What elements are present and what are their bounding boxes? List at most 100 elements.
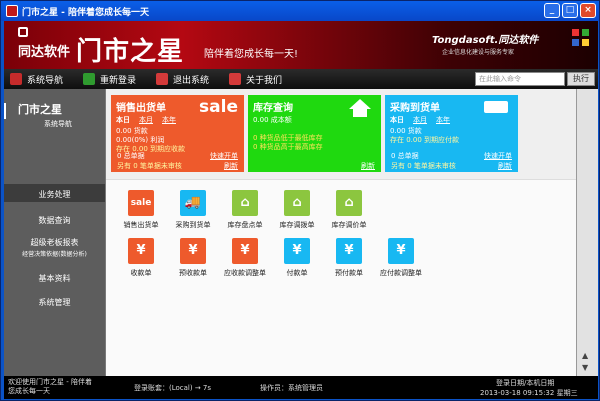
nav-item-2[interactable]: 退出系统 [156,73,209,86]
main-area: 门市之星 系统导航 业务处理数据查询超级老板报表 经营决策依据(数据分析) 基本资料… [4,89,598,376]
sidebar-item-2[interactable]: 超级老板报表 经营决策依据(数据分析) [4,235,105,258]
nav-item-label: 系统导航 [27,75,64,86]
quick-item-icon: ¥ [180,238,206,264]
card-line [253,124,376,132]
quick-item-4[interactable]: ⌂ 库存调价单 [324,190,374,230]
card-line: 0 种货品高于最高库存 [253,143,323,151]
refresh-link[interactable]: 刷新 [224,161,238,171]
status-date: 2013-03-18 09:15:32 星期三 [480,389,578,397]
summary-card-1[interactable]: 库存查询 0.00 成本额 0 种货品低于最低库存 0 种货品高于最高库存 刷新 [248,95,381,172]
title-bar[interactable]: 门市之星 - 陪伴着您成长每一天 _ □ × [1,1,599,21]
quick-item-icon: 🚚 [180,190,206,216]
summary-card-2[interactable]: 采购到货单 本日 本月 本年 0.00 货款 存在 0.00 到期应付款 0 总单据 另有 0… [385,95,518,172]
scroll-down-icon[interactable]: ▼ [582,363,588,372]
status-welcome: 欢迎使用门市之星 - 陪伴着您成长每一天 [8,378,92,395]
refresh-link[interactable]: 刷新 [361,161,375,171]
card-total-docs: 0 总单据 [117,152,145,160]
toolbar: 系统导航 重新登录 退出系统 关于我们 在此输入命令 执行 [4,69,598,89]
minimize-button[interactable]: _ [544,3,560,18]
product-name: 门市之星 [76,37,185,67]
quick-item-label: 付款单 [286,269,308,277]
sidebar-item-label: 业务处理 [38,190,71,199]
sidebar-item-label: 数据查询 [38,216,71,225]
sidebar-logo-sub: 系统导航 [44,120,72,128]
truck-icon [484,101,508,113]
quick-item-icon: ¥ [284,238,310,264]
sidebar-item-3[interactable]: 基本资料 [4,268,105,286]
quick-item-icon: ⌂ [284,190,310,216]
decor-square-icon [582,29,589,36]
quick-item-5[interactable]: ¥ 收款单 [116,238,166,278]
company-brand: Tongdasoft.同达软件 [432,35,539,46]
run-button[interactable]: 执行 [567,72,595,86]
maximize-button[interactable]: □ [562,3,578,18]
card-tab[interactable]: 本日 [390,115,404,125]
sidebar: 门市之星 系统导航 业务处理数据查询超级老板报表 经营决策依据(数据分析) 基本资料… [4,89,105,376]
card-line: 0.00 货款 [390,127,422,135]
card-tab[interactable]: 本年 [162,115,176,125]
summary-card-0[interactable]: 销售出货单 sale 本日 本月 本年 0.00 货款 0.00(0%) 利润 存在 0.00… [111,95,244,172]
nav-item-0[interactable]: 系统导航 [10,73,63,86]
app-icon [6,5,18,17]
quick-item-6[interactable]: ¥ 预收款单 [168,238,218,278]
card-line: 0.00(0%) 利润 [116,136,165,144]
decor-square-icon [572,39,579,46]
quick-item-label: 应收款调整单 [224,269,266,277]
status-date-label: 登录日期/本机日期 [496,379,555,387]
card-tab[interactable]: 本月 [413,115,427,125]
quick-item-7[interactable]: ¥ 应收款调整单 [220,238,270,278]
card-line: 0.00 货款 [116,127,148,135]
quick-item-icon: ¥ [128,238,154,264]
quick-item-9[interactable]: ¥ 预付款单 [324,238,374,278]
refresh-link[interactable]: 刷新 [498,161,512,171]
quick-item-label: 销售出货单 [123,221,159,229]
nav-item-label: 重新登录 [100,75,137,86]
house-icon [349,99,371,109]
content-panel: 销售出货单 sale 本日 本月 本年 0.00 货款 0.00(0%) 利润 存在 0.00… [106,89,576,376]
window-title: 门市之星 - 陪伴着您成长每一天 [22,7,150,18]
nav-item-label: 关于我们 [246,75,283,86]
card-total-docs: 0 总单据 [391,152,419,160]
sidebar-logo-title: 门市之星 [18,103,62,116]
close-button[interactable]: × [580,3,596,18]
quick-item-2[interactable]: ⌂ 库存盘点单 [220,190,270,230]
app-window: 门市之星 - 陪伴着您成长每一天 _ □ × 同达软件 门市之星 陪伴着您成长每… [0,0,600,401]
card-unaudited: 另有 0 笔单据未审核 [391,162,456,170]
card-line: 0 种货品低于最低库存 [253,134,323,142]
command-input[interactable]: 在此输入命令 [475,72,565,86]
quick-item-8[interactable]: ¥ 付款单 [272,238,322,278]
quick-item-label: 收款单 [130,269,152,277]
card-sale-icon: sale [199,97,238,117]
card-tab[interactable]: 本年 [436,115,450,125]
sidebar-item-1[interactable]: 数据查询 [4,210,105,228]
quick-order-link[interactable]: 快速开单 [210,151,238,161]
quick-order-link[interactable]: 快速开单 [484,151,512,161]
nav-item-icon [229,73,242,85]
nav-item-3[interactable]: 关于我们 [229,73,282,86]
quick-item-icon: sale [128,190,154,216]
quick-item-icon: ¥ [388,238,414,264]
sidebar-item-sub: 经营决策依据(数据分析) [22,251,87,258]
quick-item-icon: ⌂ [336,190,362,216]
quick-item-icon: ⌂ [232,190,258,216]
quick-item-icon: ¥ [232,238,258,264]
nav-item-1[interactable]: 重新登录 [83,73,136,86]
decor-square-icon [572,29,579,36]
sidebar-item-label: 基本资料 [38,274,71,283]
nav-item-icon [156,73,169,85]
scroll-up-icon[interactable]: ▲ [582,351,588,360]
card-tab[interactable]: 本日 [116,115,130,125]
sidebar-item-0[interactable]: 业务处理 [4,184,105,202]
card-tab[interactable]: 本月 [139,115,153,125]
slogan: 陪伴着您成长每一天! [204,49,299,60]
quick-item-0[interactable]: sale 销售出货单 [116,190,166,230]
sidebar-marker [4,103,6,119]
sidebar-item-4[interactable]: 系统管理 [4,292,105,310]
quick-item-label: 库存调价单 [331,221,367,229]
quick-item-1[interactable]: 🚚 采购到货单 [168,190,218,230]
quick-item-label: 应付款调整单 [380,269,422,277]
quick-item-10[interactable]: ¥ 应付款调整单 [376,238,426,278]
quick-item-3[interactable]: ⌂ 库存调拨单 [272,190,322,230]
sidebar-item-label: 系统管理 [38,298,71,307]
vertical-scrollbar[interactable]: ▲ ▼ [576,89,598,376]
